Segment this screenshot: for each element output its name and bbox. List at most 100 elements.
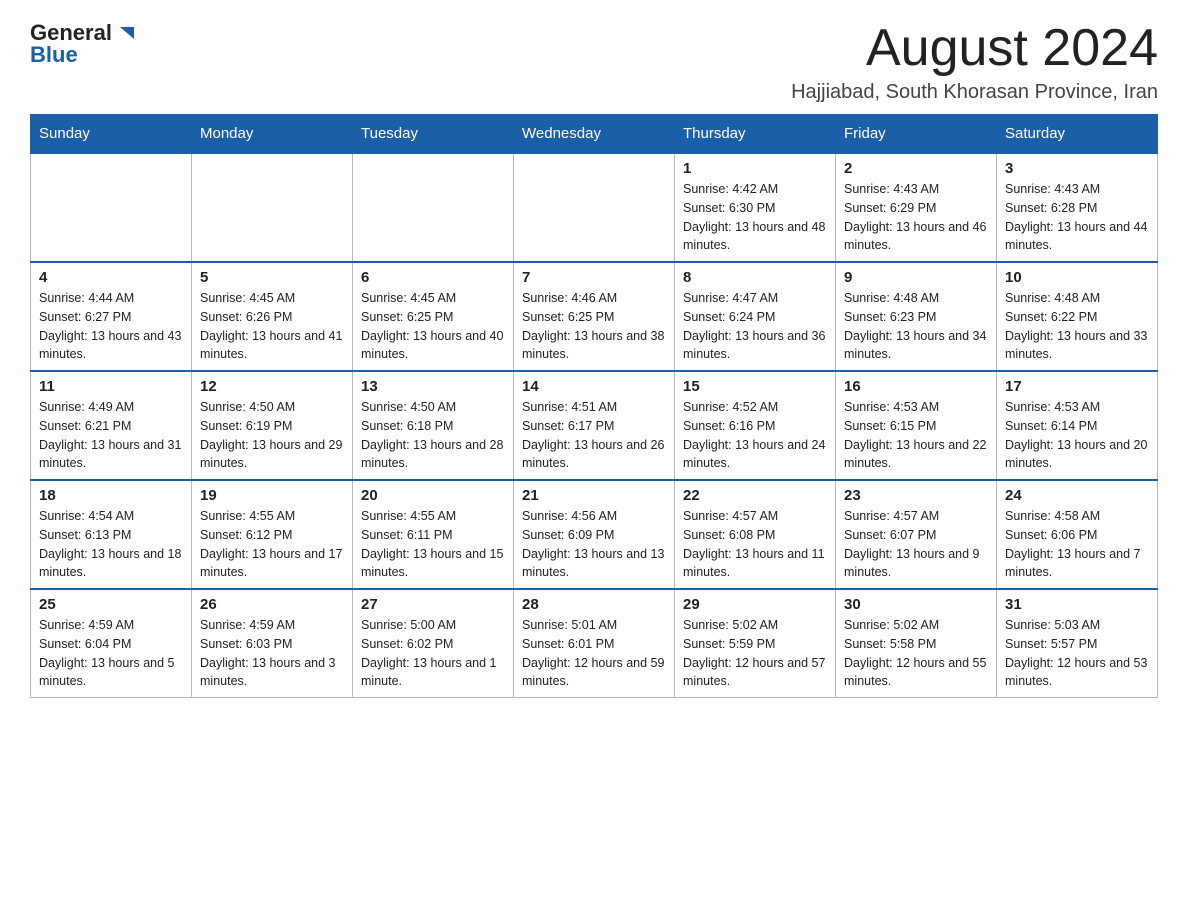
day-info: Sunrise: 4:42 AMSunset: 6:30 PMDaylight:… <box>683 180 827 255</box>
calendar-cell <box>31 153 192 262</box>
calendar-cell: 27 Sunrise: 5:00 AMSunset: 6:02 PMDayligh… <box>353 589 514 698</box>
day-number: 3 <box>1005 160 1149 177</box>
calendar-cell: 19 Sunrise: 4:55 AMSunset: 6:12 PMDayligh… <box>192 480 353 589</box>
day-info: Sunrise: 4:59 AMSunset: 6:04 PMDaylight:… <box>39 616 183 691</box>
calendar-cell: 20 Sunrise: 4:55 AMSunset: 6:11 PMDayligh… <box>353 480 514 589</box>
day-info: Sunrise: 4:43 AMSunset: 6:28 PMDaylight:… <box>1005 180 1149 255</box>
day-number: 12 <box>200 378 344 395</box>
calendar-cell: 6Sunrise: 4:45 AMSunset: 6:25 PMDaylight… <box>353 262 514 371</box>
day-info: Sunrise: 4:48 AMSunset: 6:22 PMDaylight:… <box>1005 289 1149 364</box>
day-number: 6 <box>361 269 505 286</box>
day-info: Sunrise: 4:53 AMSunset: 6:15 PMDaylight:… <box>844 398 988 473</box>
calendar-cell: 29 Sunrise: 5:02 AMSunset: 5:59 PMDayligh… <box>675 589 836 698</box>
day-number: 27 <box>361 596 505 613</box>
day-number: 28 <box>522 596 666 613</box>
calendar-week-row: 18Sunrise: 4:54 AMSunset: 6:13 PMDayligh… <box>31 480 1158 589</box>
calendar-cell: 1 Sunrise: 4:42 AMSunset: 6:30 PMDaylight… <box>675 153 836 262</box>
day-info: Sunrise: 5:03 AMSunset: 5:57 PMDaylight:… <box>1005 616 1149 691</box>
location-subtitle: Hajjiabad, South Khorasan Province, Iran <box>791 81 1158 104</box>
calendar-cell: 11Sunrise: 4:49 AMSunset: 6:21 PMDayligh… <box>31 371 192 480</box>
day-info: Sunrise: 4:55 AMSunset: 6:12 PMDaylight:… <box>200 507 344 582</box>
day-number: 20 <box>361 487 505 504</box>
day-number: 19 <box>200 487 344 504</box>
day-number: 30 <box>844 596 988 613</box>
day-number: 2 <box>844 160 988 177</box>
calendar-cell: 21Sunrise: 4:56 AMSunset: 6:09 PMDayligh… <box>514 480 675 589</box>
calendar-cell: 5 Sunrise: 4:45 AMSunset: 6:26 PMDaylight… <box>192 262 353 371</box>
day-info: Sunrise: 4:50 AMSunset: 6:19 PMDaylight:… <box>200 398 344 473</box>
day-number: 1 <box>683 160 827 177</box>
day-number: 7 <box>522 269 666 286</box>
calendar-cell: 14Sunrise: 4:51 AMSunset: 6:17 PMDayligh… <box>514 371 675 480</box>
calendar-cell: 22 Sunrise: 4:57 AMSunset: 6:08 PMDayligh… <box>675 480 836 589</box>
header-monday: Monday <box>192 115 353 154</box>
day-info: Sunrise: 4:52 AMSunset: 6:16 PMDaylight:… <box>683 398 827 473</box>
calendar-week-row: 11Sunrise: 4:49 AMSunset: 6:21 PMDayligh… <box>31 371 1158 480</box>
header-saturday: Saturday <box>997 115 1158 154</box>
calendar-body: 1 Sunrise: 4:42 AMSunset: 6:30 PMDaylight… <box>31 153 1158 698</box>
day-info: Sunrise: 4:44 AMSunset: 6:27 PMDaylight:… <box>39 289 183 364</box>
calendar-cell: 28 Sunrise: 5:01 AMSunset: 6:01 PMDayligh… <box>514 589 675 698</box>
day-number: 14 <box>522 378 666 395</box>
day-number: 17 <box>1005 378 1149 395</box>
day-info: Sunrise: 4:46 AMSunset: 6:25 PMDaylight:… <box>522 289 666 364</box>
day-number: 22 <box>683 487 827 504</box>
title-block: August 2024 Hajjiabad, South Khorasan Pr… <box>791 20 1158 104</box>
day-info: Sunrise: 4:55 AMSunset: 6:11 PMDaylight:… <box>361 507 505 582</box>
day-number: 23 <box>844 487 988 504</box>
calendar-cell: 8 Sunrise: 4:47 AMSunset: 6:24 PMDaylight… <box>675 262 836 371</box>
day-number: 31 <box>1005 596 1149 613</box>
calendar-cell: 26 Sunrise: 4:59 AMSunset: 6:03 PMDayligh… <box>192 589 353 698</box>
logo: General Blue <box>30 20 136 68</box>
calendar-cell: 9 Sunrise: 4:48 AMSunset: 6:23 PMDaylight… <box>836 262 997 371</box>
day-info: Sunrise: 4:47 AMSunset: 6:24 PMDaylight:… <box>683 289 827 364</box>
day-info: Sunrise: 4:57 AMSunset: 6:08 PMDaylight:… <box>683 507 827 582</box>
day-info: Sunrise: 5:01 AMSunset: 6:01 PMDaylight:… <box>522 616 666 691</box>
day-number: 29 <box>683 596 827 613</box>
day-info: Sunrise: 4:50 AMSunset: 6:18 PMDaylight:… <box>361 398 505 473</box>
logo-triangle-icon <box>114 22 136 44</box>
calendar-cell: 2 Sunrise: 4:43 AMSunset: 6:29 PMDaylight… <box>836 153 997 262</box>
day-number: 10 <box>1005 269 1149 286</box>
day-info: Sunrise: 5:00 AMSunset: 6:02 PMDaylight:… <box>361 616 505 691</box>
day-number: 8 <box>683 269 827 286</box>
day-info: Sunrise: 4:48 AMSunset: 6:23 PMDaylight:… <box>844 289 988 364</box>
day-info: Sunrise: 5:02 AMSunset: 5:59 PMDaylight:… <box>683 616 827 691</box>
calendar-cell: 30 Sunrise: 5:02 AMSunset: 5:58 PMDayligh… <box>836 589 997 698</box>
header-friday: Friday <box>836 115 997 154</box>
day-number: 26 <box>200 596 344 613</box>
calendar-cell <box>514 153 675 262</box>
day-number: 5 <box>200 269 344 286</box>
logo-blue-text: Blue <box>30 42 78 68</box>
day-info: Sunrise: 4:57 AMSunset: 6:07 PMDaylight:… <box>844 507 988 582</box>
day-number: 4 <box>39 269 183 286</box>
calendar-cell: 3 Sunrise: 4:43 AMSunset: 6:28 PMDaylight… <box>997 153 1158 262</box>
day-info: Sunrise: 4:45 AMSunset: 6:26 PMDaylight:… <box>200 289 344 364</box>
day-info: Sunrise: 4:53 AMSunset: 6:14 PMDaylight:… <box>1005 398 1149 473</box>
header-sunday: Sunday <box>31 115 192 154</box>
calendar-cell: 17 Sunrise: 4:53 AMSunset: 6:14 PMDayligh… <box>997 371 1158 480</box>
calendar-cell <box>192 153 353 262</box>
day-number: 16 <box>844 378 988 395</box>
day-number: 24 <box>1005 487 1149 504</box>
day-number: 13 <box>361 378 505 395</box>
calendar-table: Sunday Monday Tuesday Wednesday Thursday… <box>30 114 1158 698</box>
calendar-cell: 13 Sunrise: 4:50 AMSunset: 6:18 PMDayligh… <box>353 371 514 480</box>
calendar-cell: 25 Sunrise: 4:59 AMSunset: 6:04 PMDayligh… <box>31 589 192 698</box>
day-info: Sunrise: 4:59 AMSunset: 6:03 PMDaylight:… <box>200 616 344 691</box>
calendar-cell: 12 Sunrise: 4:50 AMSunset: 6:19 PMDayligh… <box>192 371 353 480</box>
day-number: 25 <box>39 596 183 613</box>
day-number: 21 <box>522 487 666 504</box>
day-info: Sunrise: 4:43 AMSunset: 6:29 PMDaylight:… <box>844 180 988 255</box>
calendar-cell: 15 Sunrise: 4:52 AMSunset: 6:16 PMDayligh… <box>675 371 836 480</box>
day-number: 9 <box>844 269 988 286</box>
calendar-header: Sunday Monday Tuesday Wednesday Thursday… <box>31 115 1158 154</box>
day-info: Sunrise: 5:02 AMSunset: 5:58 PMDaylight:… <box>844 616 988 691</box>
day-number: 15 <box>683 378 827 395</box>
calendar-cell: 16 Sunrise: 4:53 AMSunset: 6:15 PMDayligh… <box>836 371 997 480</box>
calendar-cell: 18Sunrise: 4:54 AMSunset: 6:13 PMDayligh… <box>31 480 192 589</box>
day-number: 18 <box>39 487 183 504</box>
day-info: Sunrise: 4:58 AMSunset: 6:06 PMDaylight:… <box>1005 507 1149 582</box>
month-title: August 2024 <box>791 20 1158 77</box>
calendar-cell <box>353 153 514 262</box>
